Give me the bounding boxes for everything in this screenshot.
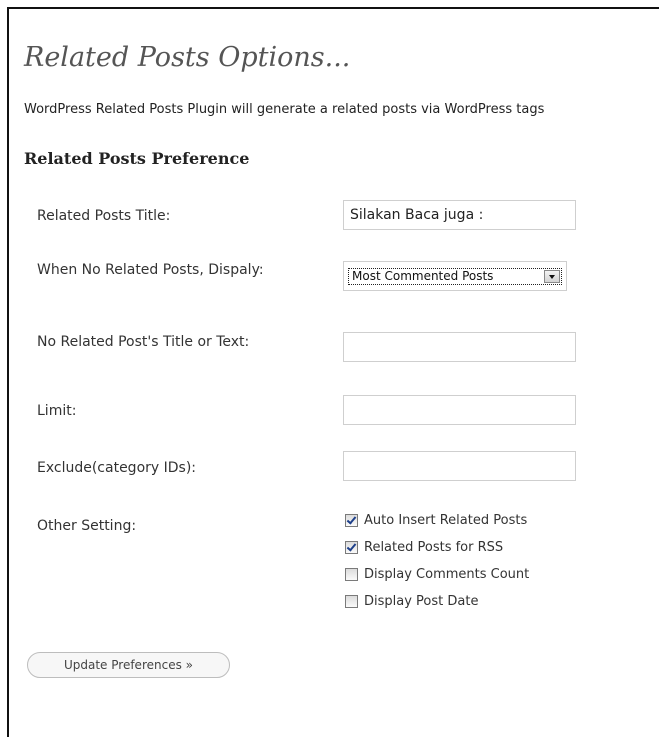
page-title: Related Posts Options... xyxy=(24,42,351,73)
option-auto-insert[interactable]: Auto Insert Related Posts xyxy=(345,512,527,528)
related-title-input[interactable] xyxy=(343,200,576,230)
related-title-label: Related Posts Title: xyxy=(37,208,171,224)
limit-label: Limit: xyxy=(37,403,77,419)
no-related-display-label: When No Related Posts, Dispaly: xyxy=(37,262,264,278)
checkbox-icon[interactable] xyxy=(345,567,358,581)
exclude-input[interactable] xyxy=(343,451,576,481)
update-preferences-button[interactable]: Update Preferences » xyxy=(27,652,230,678)
checkbox-icon[interactable] xyxy=(345,540,358,554)
limit-input[interactable] xyxy=(343,395,576,425)
plugin-description: WordPress Related Posts Plugin will gene… xyxy=(24,102,545,117)
exclude-label: Exclude(category IDs): xyxy=(37,460,197,476)
option-rss[interactable]: Related Posts for RSS xyxy=(345,539,503,555)
select-value: Most Commented Posts xyxy=(352,269,494,283)
checkbox-icon[interactable] xyxy=(345,594,358,608)
other-setting-label: Other Setting: xyxy=(37,518,137,534)
option-post-date[interactable]: Display Post Date xyxy=(345,593,478,609)
section-title: Related Posts Preference xyxy=(24,149,250,168)
option-label: Related Posts for RSS xyxy=(364,539,504,555)
option-comments-count[interactable]: Display Comments Count xyxy=(345,566,529,582)
select-focus-box[interactable]: Most Commented Posts xyxy=(348,268,562,285)
option-label: Auto Insert Related Posts xyxy=(364,512,528,528)
option-label: Display Comments Count xyxy=(364,566,530,582)
checkbox-icon[interactable] xyxy=(345,513,358,527)
option-label: Display Post Date xyxy=(364,593,479,609)
options-panel: Related Posts Options... WordPress Relat… xyxy=(7,7,659,737)
no-related-text-input[interactable] xyxy=(343,332,576,362)
no-related-display-select[interactable]: Most Commented Posts xyxy=(343,261,567,291)
no-related-text-label: No Related Post's Title or Text: xyxy=(37,334,250,350)
chevron-down-icon[interactable] xyxy=(544,270,560,283)
